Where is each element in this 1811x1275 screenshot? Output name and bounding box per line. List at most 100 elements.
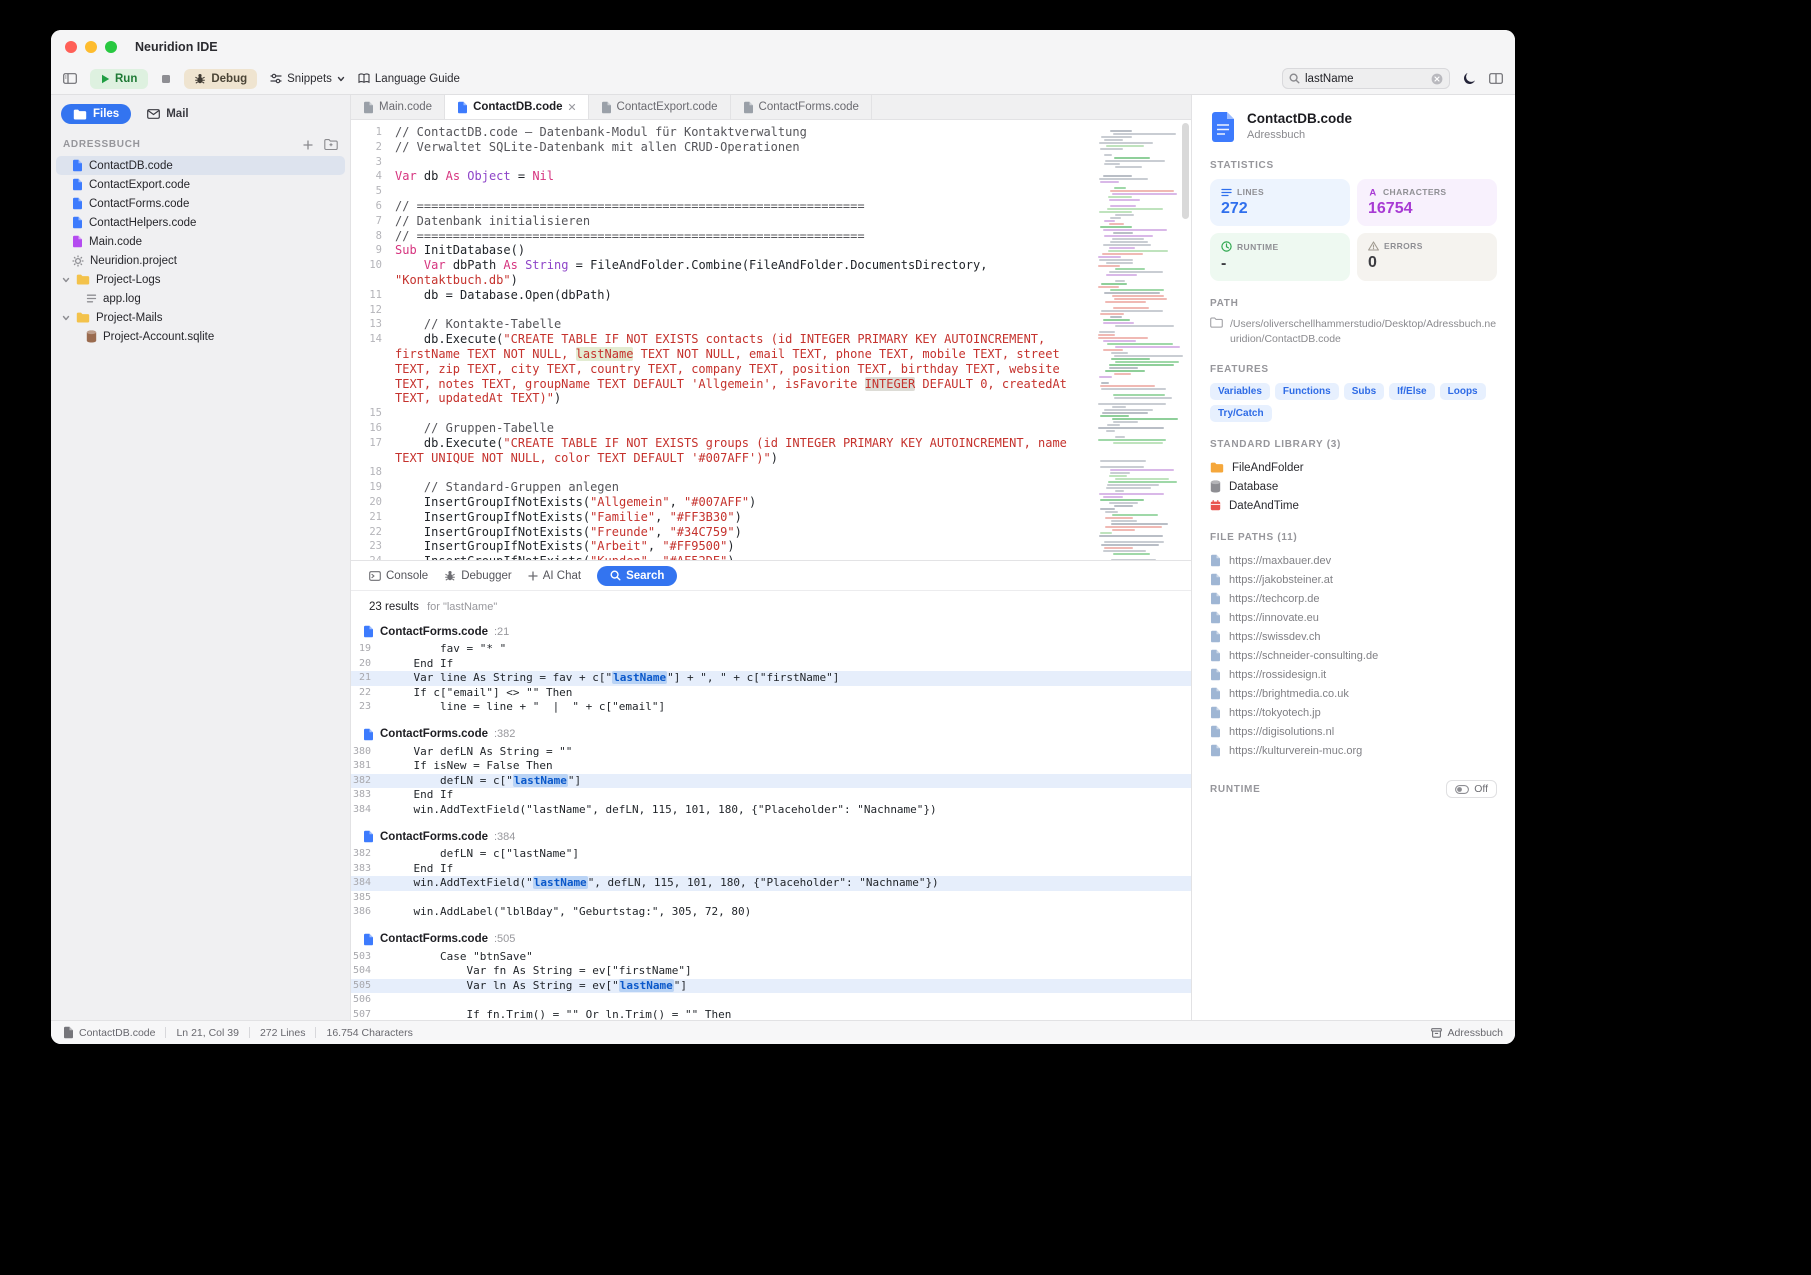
run-button[interactable]: Run [90,69,148,89]
sidebar-item-main-code[interactable]: Main.code [56,232,345,251]
result-row[interactable]: 382 defLN = c["lastName"] [351,774,1191,789]
code-text: InsertGroupIfNotExists("Allgemein", "#00… [395,495,1094,510]
layout-toggle[interactable] [1489,73,1503,84]
filepath-item[interactable]: https://jakobsteiner.at [1210,570,1497,589]
result-row[interactable]: 380 Var defLN As String = "" [351,745,1191,760]
filepath-item[interactable]: https://maxbauer.dev [1210,551,1497,570]
sidebar-item-neuridion-project[interactable]: Neuridion.project [56,251,345,270]
folder-icon [76,312,90,323]
result-line-number: 506 [351,993,387,1008]
filepath-item[interactable]: https://digisolutions.nl [1210,722,1497,741]
filepath-url: https://techcorp.de [1229,593,1320,605]
characters-icon: A [1368,187,1378,197]
result-code: Var fn As String = ev["firstName"] [387,964,692,979]
filepath-item[interactable]: https://tokyotech.jp [1210,703,1497,722]
result-token: "] [674,979,687,992]
editor-tab-main-code[interactable]: Main.code [351,95,445,119]
code-token: lastName [576,347,634,361]
result-row[interactable]: 20 End If [351,657,1191,672]
zoom-window-button[interactable] [105,41,117,53]
result-token: line = line + " | " + c["email"] [387,700,665,713]
sidebar-item-app-log[interactable]: app.log [56,289,345,308]
add-folder-button[interactable] [324,139,338,150]
result-group-header[interactable]: ContactForms.code:21 [351,623,1191,642]
sidebar-tab-files[interactable]: Files [61,104,131,124]
result-row[interactable]: 505 Var ln As String = ev["lastName"] [351,979,1191,994]
result-row[interactable]: 19 fav = "* " [351,642,1191,657]
calendar-icon [1210,500,1221,511]
snippets-label: Snippets [287,73,332,85]
panel-tab-ai-chat[interactable]: AI Chat [528,570,581,582]
add-file-button[interactable] [303,140,313,150]
filepath-item[interactable]: https://techcorp.de [1210,589,1497,608]
sidebar-item-contactdb-code[interactable]: ContactDB.code [56,156,345,175]
code-line: 20 InsertGroupIfNotExists("Allgemein", "… [351,495,1094,510]
code-area[interactable]: 1// ContactDB.code — Datenbank-Modul für… [351,120,1094,560]
stop-button[interactable] [161,74,171,84]
panel-tab-console[interactable]: Console [369,570,428,582]
filepath-item[interactable]: https://rossidesign.it [1210,665,1497,684]
code-token: ) [554,391,561,405]
result-row[interactable]: 384 win.AddTextField("lastName", defLN, … [351,876,1191,891]
result-row[interactable]: 23 line = line + " | " + c["email"] [351,700,1191,715]
filepath-item[interactable]: https://swissdev.ch [1210,627,1497,646]
clear-search-icon[interactable] [1431,73,1443,85]
file-icon [363,625,374,638]
result-row[interactable]: 383 End If [351,862,1191,877]
code-text: InsertGroupIfNotExists("Familie", "#FF3B… [395,510,1094,525]
result-row[interactable]: 503 Case "btnSave" [351,950,1191,965]
minimap[interactable] [1094,120,1191,560]
result-row[interactable]: 506 [351,993,1191,1008]
result-row[interactable]: 381 If isNew = False Then [351,759,1191,774]
dark-mode-toggle[interactable] [1463,72,1476,85]
result-row[interactable]: 386 win.AddLabel("lblBday", "Geburtstag:… [351,905,1191,920]
result-row[interactable]: 382 defLN = c["lastName"] [351,847,1191,862]
toggle-off-icon [1455,785,1469,794]
sidebar-item-project-account-sqlite[interactable]: Project-Account.sqlite [56,327,345,346]
scrollbar-thumb[interactable] [1182,123,1189,219]
sidebar-item-contacthelpers-code[interactable]: ContactHelpers.code [56,213,345,232]
close-tab-icon[interactable] [568,103,576,111]
sidebar-item-contactforms-code[interactable]: ContactForms.code [56,194,345,213]
editor-tab-label: ContactExport.code [617,101,718,113]
editor-tab-contactforms-code[interactable]: ContactForms.code [731,95,872,119]
result-group-header[interactable]: ContactForms.code:382 [351,726,1191,745]
runtime-toggle[interactable]: Off [1446,780,1497,798]
code-editor[interactable]: 1// ContactDB.code — Datenbank-Modul für… [351,120,1191,560]
result-row[interactable]: 504 Var fn As String = ev["firstName"] [351,964,1191,979]
language-guide-label: Language Guide [375,73,460,85]
result-row[interactable]: 21 Var line As String = fav + c["lastNam… [351,671,1191,686]
sidebar-item-project-mails[interactable]: Project-Mails [56,308,345,327]
language-guide-button[interactable]: Language Guide [358,73,460,85]
debug-button[interactable]: Debug [184,69,257,89]
filepath-item[interactable]: https://kulturverein-muc.org [1210,741,1497,760]
result-row[interactable]: 507 If fn.Trim() = "" Or ln.Trim() = "" … [351,1008,1191,1021]
snippets-menu[interactable]: Snippets [270,73,345,85]
filepath-item[interactable]: https://schneider-consulting.de [1210,646,1497,665]
result-row[interactable]: 384 win.AddTextField("lastName", defLN, … [351,803,1191,818]
panel-tab-debugger[interactable]: Debugger [444,570,512,582]
sidebar-item-contactexport-code[interactable]: ContactExport.code [56,175,345,194]
result-row[interactable]: 22 If c["email"] <> "" Then [351,686,1191,701]
editor-tab-contactexport-code[interactable]: ContactExport.code [589,95,731,119]
filepath-item[interactable]: https://brightmedia.co.uk [1210,684,1497,703]
editor-scrollbar[interactable] [1182,123,1190,557]
minimize-window-button[interactable] [85,41,97,53]
result-code [387,891,394,906]
code-token: , [648,554,662,560]
sidebar-tab-mail[interactable]: Mail [135,104,200,124]
sidebar-item-project-logs[interactable]: Project-Logs [56,270,345,289]
filepath-item[interactable]: https://innovate.eu [1210,608,1497,627]
panel-tab-search[interactable]: Search [597,566,677,586]
result-group-header[interactable]: ContactForms.code:384 [351,828,1191,847]
toggle-sidebar-button[interactable] [63,73,77,84]
sidebar-item-label: Project-Mails [96,312,162,324]
file-icon [1210,573,1221,586]
global-search-input[interactable]: lastName [1282,68,1450,89]
result-group-header[interactable]: ContactForms.code:505 [351,931,1191,950]
result-row[interactable]: 383 End If [351,788,1191,803]
editor-tab-contactdb-code[interactable]: ContactDB.code [445,95,588,119]
result-row[interactable]: 385 [351,891,1191,906]
close-window-button[interactable] [65,41,77,53]
code-token: As [446,169,460,183]
